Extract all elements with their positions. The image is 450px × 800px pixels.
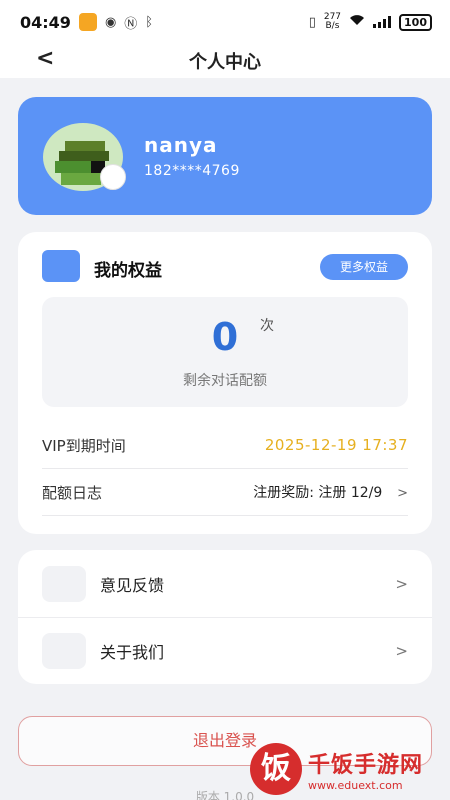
app-notification-icon bbox=[78, 13, 97, 31]
benefits-icon bbox=[42, 250, 80, 282]
wifi-icon bbox=[349, 14, 365, 30]
nfc-icon: Ⓝ bbox=[124, 16, 138, 32]
menu-card: 意见反馈 > 关于我们 > bbox=[18, 550, 432, 684]
chevron-right-icon: > bbox=[395, 641, 408, 660]
avatar-badge bbox=[100, 164, 126, 190]
page-title: 个人中心 bbox=[189, 52, 261, 73]
feedback-icon bbox=[42, 565, 86, 602]
bluetooth-icon: ᛒ bbox=[145, 14, 154, 30]
quota-log-label: 配额日志 bbox=[42, 483, 103, 502]
profile-card[interactable]: nanya 182****4769 bbox=[18, 97, 432, 215]
vip-expiry-label: VIP到期时间 bbox=[42, 436, 126, 455]
phone-number: 182****4769 bbox=[144, 163, 240, 179]
back-button[interactable]: < bbox=[36, 46, 54, 71]
chevron-right-icon: > bbox=[395, 574, 408, 593]
benefits-card: 我的权益 更多权益 0 次 剩余对话配额 VIP到期时间 2025-12-19 … bbox=[18, 232, 432, 534]
row-divider bbox=[42, 515, 408, 516]
quota-label: 剩余对话配额 bbox=[183, 373, 267, 389]
quota-log-value: 注册奖励: 注册 12/9 bbox=[253, 485, 383, 501]
watermark: 饭 千饭手游网 www.eduext.com bbox=[250, 738, 450, 800]
about-icon bbox=[42, 632, 86, 669]
menu-item-feedback[interactable]: 意见反馈 > bbox=[18, 550, 432, 617]
watermark-url: www.eduext.com bbox=[308, 778, 403, 792]
username: nanya bbox=[144, 133, 218, 157]
eye-icon: ◉ bbox=[104, 14, 117, 30]
benefits-title: 我的权益 bbox=[94, 261, 162, 281]
page-header: < 个人中心 bbox=[0, 44, 450, 78]
network-speed: 277 B/s bbox=[323, 12, 342, 31]
watermark-title: 千饭手游网 bbox=[308, 752, 424, 778]
menu-item-label: 意见反馈 bbox=[100, 575, 165, 595]
quota-count: 0 bbox=[211, 315, 239, 359]
watermark-logo: 饭 bbox=[250, 743, 302, 795]
status-time: 04:49 bbox=[20, 12, 71, 32]
chevron-right-icon: > bbox=[397, 486, 408, 501]
vip-expiry-row: VIP到期时间 2025-12-19 17:37 bbox=[42, 422, 408, 468]
status-bar: 04:49 ◉ Ⓝ ᛒ ▯ 277 B/s 100 bbox=[0, 0, 450, 44]
vip-expiry-date: 2025-12-19 17:37 bbox=[264, 436, 408, 454]
vibrate-icon: ▯ bbox=[308, 14, 316, 30]
battery-icon: 100 bbox=[399, 13, 432, 31]
quota-unit: 次 bbox=[260, 318, 274, 334]
signal-icon bbox=[373, 16, 392, 28]
more-benefits-button[interactable]: 更多权益 bbox=[320, 254, 408, 280]
quota-box: 0 次 剩余对话配额 bbox=[42, 297, 408, 407]
quota-log-value-wrap: 注册奖励: 注册 12/9 > bbox=[253, 482, 408, 502]
menu-item-about[interactable]: 关于我们 > bbox=[18, 617, 432, 684]
quota-log-row[interactable]: 配额日志 注册奖励: 注册 12/9 > bbox=[42, 469, 408, 515]
menu-item-label: 关于我们 bbox=[100, 642, 165, 662]
